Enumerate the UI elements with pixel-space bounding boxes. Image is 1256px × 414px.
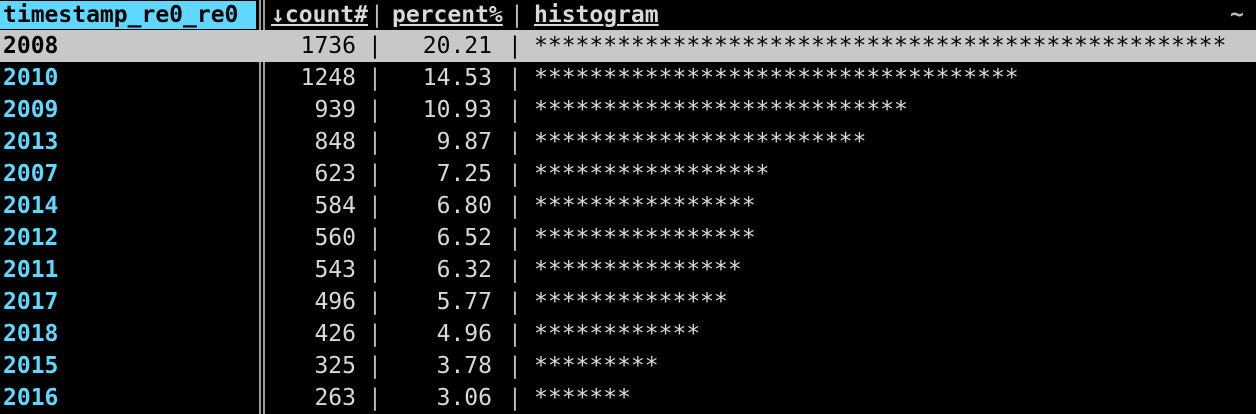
row-percent: 4.96 bbox=[436, 321, 492, 347]
column-header-histogram[interactable]: histogram bbox=[534, 0, 1134, 30]
row-count: 1736 bbox=[300, 33, 356, 59]
table-row[interactable]: 2012 560 | 6.52 | **************** bbox=[0, 222, 1256, 254]
cell-separator: | bbox=[508, 33, 522, 59]
cell-separator: | bbox=[508, 289, 522, 315]
table-row[interactable]: 2013 848 | 9.87 | **********************… bbox=[0, 126, 1256, 158]
column-header-timestamp[interactable]: timestamp_re0_re0 bbox=[0, 1, 256, 29]
cell-separator: | bbox=[508, 385, 522, 411]
row-percent: 7.25 bbox=[436, 161, 492, 187]
row-histogram: ******* bbox=[534, 385, 631, 411]
row-count: 939 bbox=[314, 97, 356, 123]
row-key: 2017 bbox=[3, 289, 59, 315]
cell-separator: | bbox=[368, 353, 382, 379]
row-count: 426 bbox=[314, 321, 356, 347]
table-row[interactable]: 2016 263 | 3.06 | ******* bbox=[0, 382, 1256, 414]
cell-separator: | bbox=[508, 321, 522, 347]
row-key: 2011 bbox=[3, 257, 59, 283]
row-percent: 9.87 bbox=[436, 129, 492, 155]
frequency-table-screen: timestamp_re0_re0 ↓count# | percent% | h… bbox=[0, 0, 1256, 414]
column-separator: | bbox=[510, 2, 524, 28]
table-row[interactable]: 2018 426 | 4.96 | ************ bbox=[0, 318, 1256, 350]
cell-separator: | bbox=[508, 225, 522, 251]
table-row[interactable]: 2007 623 | 7.25 | ***************** bbox=[0, 158, 1256, 190]
cell-separator: | bbox=[368, 257, 382, 283]
column-more-indicator: ~ bbox=[1230, 2, 1244, 28]
cell-separator: | bbox=[368, 65, 382, 91]
row-percent: 5.77 bbox=[436, 289, 492, 315]
cell-separator: | bbox=[368, 385, 382, 411]
row-count: 325 bbox=[314, 353, 356, 379]
row-histogram: ************** bbox=[534, 289, 728, 315]
table-row[interactable]: 2017 496 | 5.77 | ************** bbox=[0, 286, 1256, 318]
row-key: 2013 bbox=[3, 129, 59, 155]
table-header: timestamp_re0_re0 ↓count# | percent% | h… bbox=[0, 0, 1256, 30]
table-row[interactable]: 2010 1248 | 14.53 | ********************… bbox=[0, 62, 1256, 94]
column-header-count[interactable]: ↓count# bbox=[268, 0, 368, 30]
row-histogram: *********************************** bbox=[534, 65, 1019, 91]
row-key: 2014 bbox=[3, 193, 59, 219]
row-count: 584 bbox=[314, 193, 356, 219]
cell-separator: | bbox=[368, 129, 382, 155]
row-count: 496 bbox=[314, 289, 356, 315]
row-histogram: ************************ bbox=[534, 129, 867, 155]
row-percent: 3.78 bbox=[436, 353, 492, 379]
row-histogram: **************** bbox=[534, 193, 756, 219]
row-count: 263 bbox=[314, 385, 356, 411]
column-header-percent[interactable]: percent% bbox=[392, 0, 512, 30]
cell-separator: | bbox=[508, 97, 522, 123]
row-percent: 6.80 bbox=[436, 193, 492, 219]
row-key: 2010 bbox=[3, 65, 59, 91]
table-row[interactable]: 2008 1736 | 20.21 | ********************… bbox=[0, 30, 1256, 62]
row-histogram: *************** bbox=[534, 257, 742, 283]
row-percent: 20.21 bbox=[422, 33, 492, 59]
row-key: 2007 bbox=[3, 161, 59, 187]
row-percent: 6.52 bbox=[436, 225, 492, 251]
cell-separator: | bbox=[508, 353, 522, 379]
row-key: 2008 bbox=[3, 33, 59, 59]
cell-separator: | bbox=[508, 193, 522, 219]
row-count: 848 bbox=[314, 129, 356, 155]
row-histogram: *************************** bbox=[534, 97, 908, 123]
row-key: 2012 bbox=[3, 225, 59, 251]
table-row[interactable]: 2011 543 | 6.32 | *************** bbox=[0, 254, 1256, 286]
row-histogram: ************ bbox=[534, 321, 701, 347]
row-count: 623 bbox=[314, 161, 356, 187]
row-percent: 10.93 bbox=[422, 97, 492, 123]
cell-separator: | bbox=[508, 257, 522, 283]
cell-separator: | bbox=[368, 161, 382, 187]
row-count: 560 bbox=[314, 225, 356, 251]
column-separator: | bbox=[370, 2, 384, 28]
row-percent: 6.32 bbox=[436, 257, 492, 283]
table-row[interactable]: 2015 325 | 3.78 | ********* bbox=[0, 350, 1256, 382]
row-key: 2018 bbox=[3, 321, 59, 347]
row-key: 2016 bbox=[3, 385, 59, 411]
table-row[interactable]: 2014 584 | 6.80 | **************** bbox=[0, 190, 1256, 222]
cell-separator: | bbox=[508, 161, 522, 187]
row-key: 2015 bbox=[3, 353, 59, 379]
cell-separator: | bbox=[368, 33, 382, 59]
cell-separator: | bbox=[508, 65, 522, 91]
row-histogram: ***************** bbox=[534, 161, 770, 187]
cell-separator: | bbox=[508, 129, 522, 155]
row-key: 2009 bbox=[3, 97, 59, 123]
cell-separator: | bbox=[368, 289, 382, 315]
row-histogram: ********* bbox=[534, 353, 659, 379]
table-row[interactable]: 2009 939 | 10.93 | *********************… bbox=[0, 94, 1256, 126]
row-percent: 14.53 bbox=[422, 65, 492, 91]
cell-separator: | bbox=[368, 225, 382, 251]
cell-separator: | bbox=[368, 321, 382, 347]
row-histogram: **************** bbox=[534, 225, 756, 251]
cell-separator: | bbox=[368, 193, 382, 219]
row-count: 1248 bbox=[300, 65, 356, 91]
row-count: 543 bbox=[314, 257, 356, 283]
cell-separator: | bbox=[368, 97, 382, 123]
row-percent: 3.06 bbox=[436, 385, 492, 411]
row-histogram: ****************************************… bbox=[534, 33, 1227, 59]
